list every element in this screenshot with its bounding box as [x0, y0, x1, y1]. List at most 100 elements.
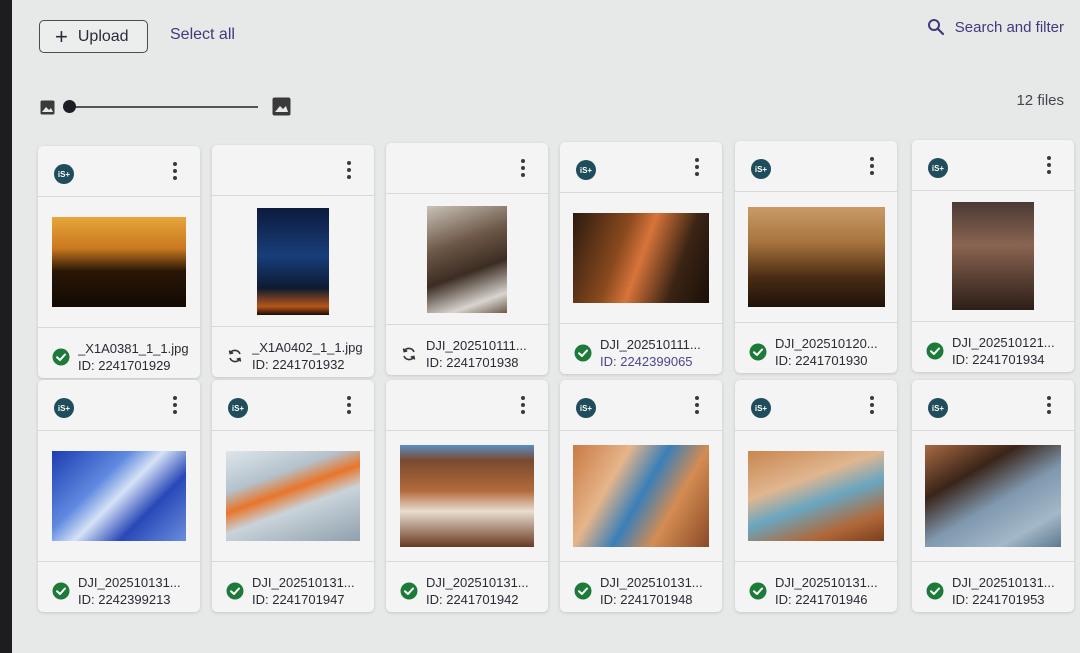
slider-track[interactable] [70, 106, 258, 108]
file-card[interactable]: iS+ DJI_202510131... ID: 2241701946 [735, 380, 897, 612]
file-name[interactable]: DJI_202510131... [78, 575, 181, 590]
image-thumbnail[interactable] [52, 451, 186, 541]
file-id: ID: 2241701932 [252, 357, 345, 372]
more-vertical-icon[interactable] [867, 394, 877, 418]
image-thumbnail[interactable] [925, 445, 1061, 547]
check-circle-icon [400, 582, 418, 600]
file-card[interactable]: DJI_202510131... ID: 2241701942 [386, 380, 548, 612]
more-vertical-icon[interactable] [692, 394, 702, 418]
file-card[interactable]: iS+ _X1A0381_1_1.jpg ID: 2241701929 [38, 146, 200, 378]
thumbnail-area [912, 191, 1074, 322]
file-name[interactable]: DJI_202510131... [252, 575, 355, 590]
more-vertical-icon[interactable] [518, 394, 528, 418]
image-thumbnail[interactable] [747, 207, 885, 307]
istock-badge: iS+ [928, 158, 948, 178]
file-meta: _X1A0402_1_1.jpg ID: 2241701932 [212, 327, 374, 377]
file-name[interactable]: DJI_202510131... [600, 575, 703, 590]
card-header: iS+ [912, 380, 1074, 431]
more-vertical-icon[interactable] [170, 160, 180, 184]
search-and-filter-button[interactable]: Search and filter [927, 18, 1064, 36]
select-all-link[interactable]: Select all [170, 26, 235, 44]
file-name[interactable]: DJI_202510111... [600, 337, 701, 352]
file-name[interactable]: DJI_202510131... [426, 575, 529, 590]
file-meta: DJI_202510131... ID: 2241701942 [386, 562, 548, 612]
thumbnail-area [386, 431, 548, 562]
more-vertical-icon[interactable] [1044, 154, 1054, 178]
file-meta: DJI_202510131... ID: 2241701947 [212, 562, 374, 612]
istock-badge: iS+ [576, 398, 596, 418]
file-card[interactable]: iS+ DJI_202510131... ID: 2242399213 [38, 380, 200, 612]
search-icon [927, 19, 944, 36]
image-thumbnail[interactable] [573, 213, 709, 303]
image-thumbnail[interactable] [257, 207, 329, 315]
image-small-icon [40, 100, 55, 115]
image-thumbnail[interactable] [52, 217, 186, 307]
file-card[interactable]: iS+ DJI_202510121... ID: 2241701934 [912, 140, 1074, 372]
file-id: ID: 2241701938 [426, 355, 519, 370]
file-id: ID: 2241701930 [775, 353, 868, 368]
file-name[interactable]: _X1A0381_1_1.jpg [78, 341, 189, 356]
upload-button[interactable]: + Upload [39, 20, 148, 53]
file-card[interactable]: iS+ DJI_202510120... ID: 2241701930 [735, 141, 897, 373]
file-card[interactable]: DJI_202510111... ID: 2241701938 [386, 143, 548, 375]
file-id: ID: 2241701942 [426, 592, 519, 607]
file-name[interactable]: DJI_202510111... [426, 338, 527, 353]
image-thumbnail[interactable] [226, 451, 360, 541]
check-circle-icon [926, 342, 944, 360]
file-name[interactable]: DJI_202510131... [952, 575, 1055, 590]
file-id: ID: 2241701953 [952, 592, 1045, 607]
card-header [386, 143, 548, 194]
thumbnail-area [386, 194, 548, 325]
thumbnail-area [735, 192, 897, 323]
thumbnail-area [212, 431, 374, 562]
istock-badge: iS+ [576, 160, 596, 180]
upload-label: Upload [77, 27, 129, 45]
image-thumbnail[interactable] [573, 445, 709, 547]
file-name[interactable]: DJI_202510121... [952, 335, 1055, 350]
file-name[interactable]: _X1A0402_1_1.jpg [252, 340, 363, 355]
image-thumbnail[interactable] [427, 205, 507, 313]
search-label: Search and filter [954, 18, 1064, 36]
card-header: iS+ [735, 141, 897, 192]
image-thumbnail[interactable] [400, 445, 534, 547]
file-card[interactable]: iS+ DJI_202510131... ID: 2241701953 [912, 380, 1074, 612]
file-card[interactable]: iS+ DJI_202510111... ID: 2242399065 [560, 142, 722, 374]
file-card[interactable]: _X1A0402_1_1.jpg ID: 2241701932 [212, 145, 374, 377]
check-circle-icon [52, 582, 70, 600]
thumbnail-size-slider[interactable] [40, 96, 295, 118]
slider-thumb[interactable] [63, 100, 76, 113]
more-vertical-icon[interactable] [867, 155, 877, 179]
file-id: ID: 2242399213 [78, 592, 171, 607]
check-circle-icon [52, 348, 70, 366]
file-card[interactable]: iS+ DJI_202510131... ID: 2241701947 [212, 380, 374, 612]
file-meta: DJI_202510131... ID: 2242399213 [38, 562, 200, 612]
card-header: iS+ [212, 380, 374, 431]
card-header: iS+ [560, 380, 722, 431]
image-large-icon [272, 97, 291, 116]
card-header: iS+ [38, 380, 200, 431]
file-name[interactable]: DJI_202510131... [775, 575, 878, 590]
thumbnail-area [912, 431, 1074, 562]
istock-badge: iS+ [751, 159, 771, 179]
card-header: iS+ [560, 142, 722, 193]
file-id: ID: 2241701948 [600, 592, 693, 607]
thumbnail-area [38, 197, 200, 328]
check-circle-icon [926, 582, 944, 600]
file-name[interactable]: DJI_202510120... [775, 336, 878, 351]
more-vertical-icon[interactable] [518, 157, 528, 181]
file-meta: _X1A0381_1_1.jpg ID: 2241701929 [38, 328, 200, 378]
file-id: ID: 2241701947 [252, 592, 345, 607]
more-vertical-icon[interactable] [170, 394, 180, 418]
more-vertical-icon[interactable] [344, 394, 354, 418]
file-meta: DJI_202510111... ID: 2241701938 [386, 325, 548, 375]
more-vertical-icon[interactable] [692, 156, 702, 180]
sync-icon [228, 349, 242, 363]
more-vertical-icon[interactable] [344, 159, 354, 183]
image-thumbnail[interactable] [748, 451, 884, 541]
thumbnail-area [560, 431, 722, 562]
image-thumbnail[interactable] [952, 202, 1034, 310]
check-circle-icon [749, 582, 767, 600]
file-card[interactable]: iS+ DJI_202510131... ID: 2241701948 [560, 380, 722, 612]
more-vertical-icon[interactable] [1044, 394, 1054, 418]
file-meta: DJI_202510120... ID: 2241701930 [735, 323, 897, 373]
